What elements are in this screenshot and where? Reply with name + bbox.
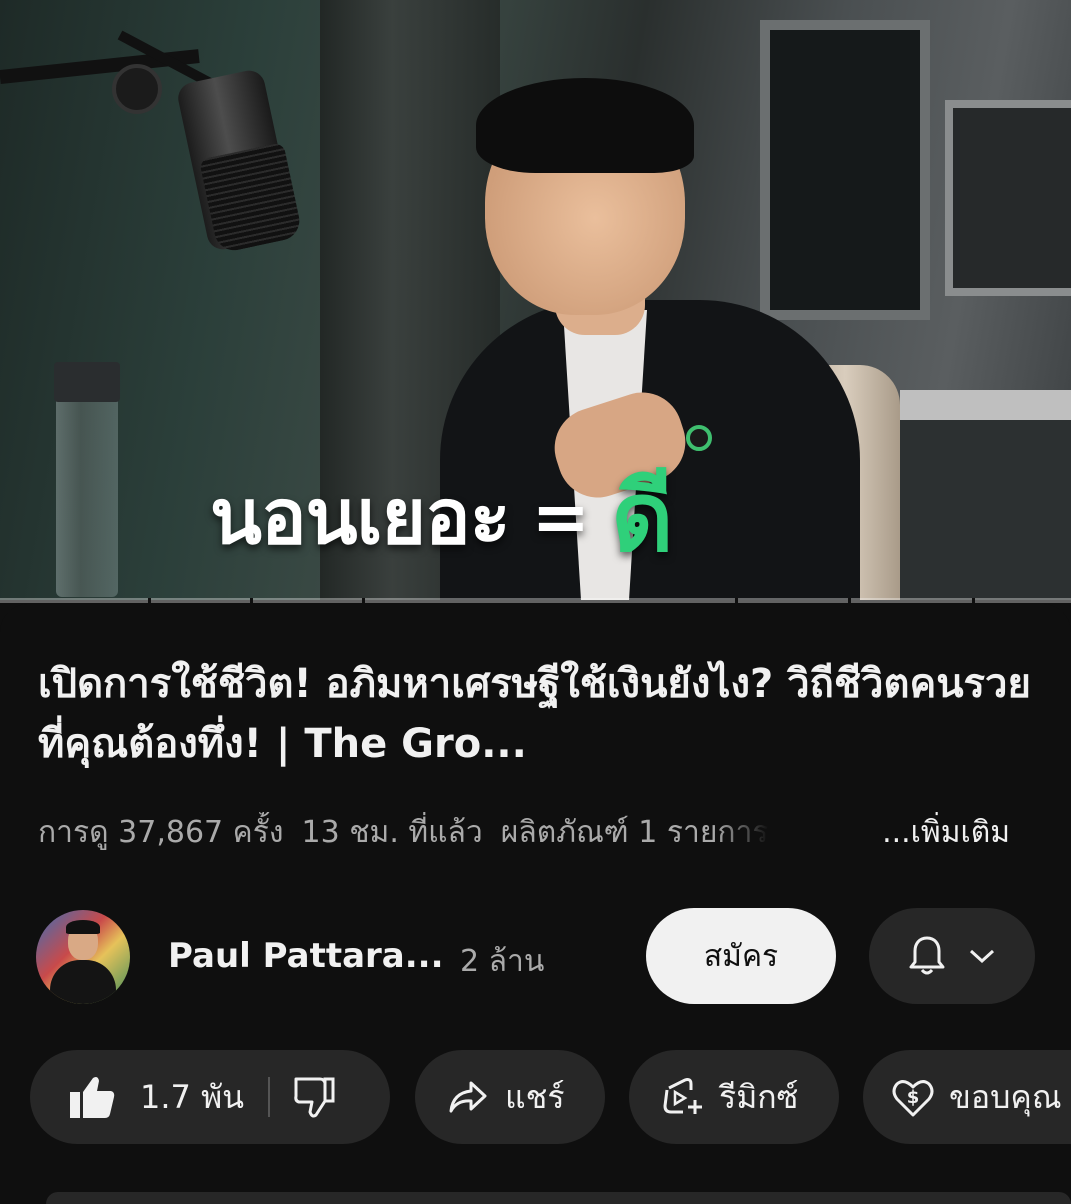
upload-age: 13 ชม. ที่แล้ว <box>301 814 483 850</box>
heart-dollar-icon: $ <box>892 1080 934 1117</box>
water-bottle-cap <box>54 362 120 402</box>
caption-text-right: ดี <box>611 461 673 573</box>
share-button[interactable]: แชร์ <box>415 1050 605 1144</box>
background-oven <box>945 100 1071 296</box>
products-count: ผลิตภัณฑ์ 1 รายการ <box>500 814 769 850</box>
caption-equals: = <box>531 476 591 558</box>
thumbs-up-icon <box>70 1077 115 1118</box>
bell-icon <box>909 936 945 975</box>
share-label: แชร์ <box>505 1077 565 1116</box>
thumbs-down-icon <box>294 1077 335 1118</box>
svg-text:$: $ <box>907 1087 920 1108</box>
video-player[interactable]: นอนเยอะ = ดี <box>0 0 1071 600</box>
like-dislike-divider <box>268 1077 271 1117</box>
view-count: การดู 37,867 ครั้ง <box>38 814 284 850</box>
microphone-grill <box>198 142 304 254</box>
progress-bar[interactable] <box>0 598 1071 603</box>
chapter-marker <box>972 598 975 603</box>
video-title[interactable]: เปิดการใช้ชีวิต! อภิมหาเศรษฐีใช้เงินยังไ… <box>38 654 1038 774</box>
thanks-label: ขอบคุณ <box>949 1077 1062 1116</box>
video-details-sheet: เปิดการใช้ชีวิต! อภิมหาเศรษฐีใช้เงินยังไ… <box>0 604 1071 1200</box>
background-counter <box>900 390 1071 420</box>
chevron-down-icon <box>969 949 995 964</box>
like-dislike-segment: 1.7 พัน <box>30 1050 390 1144</box>
background-counter-base <box>900 420 1071 600</box>
subscribe-button[interactable]: สมัคร <box>646 908 836 1004</box>
like-count: 1.7 พัน <box>140 1077 245 1116</box>
video-caption: นอนเยอะ = ดี <box>210 461 674 573</box>
thanks-button[interactable]: $ ขอบคุณ <box>863 1050 1071 1144</box>
remix-button[interactable]: รีมิกซ์ <box>629 1050 839 1144</box>
channel-row: Paul Pattara... 2 ล้าน สมัคร <box>36 906 1071 1004</box>
video-metadata[interactable]: การดู 37,867 ครั้ง 13 ชม. ที่แล้ว ผลิตภั… <box>38 812 1038 852</box>
avatar-hair <box>66 920 100 934</box>
mic-arm-joint <box>112 64 162 114</box>
more-link[interactable]: ...เพิ่มเติม <box>876 812 1010 852</box>
speaker-hair <box>476 78 694 173</box>
chapter-marker <box>848 598 851 603</box>
avatar-body <box>50 960 116 1004</box>
remix-icon <box>663 1078 702 1114</box>
like-button[interactable]: 1.7 พัน <box>30 1072 244 1123</box>
subscriber-count: 2 ล้าน <box>460 944 545 979</box>
channel-name[interactable]: Paul Pattara... <box>168 936 444 976</box>
share-icon <box>449 1081 487 1113</box>
caption-text-left: นอนเยอะ <box>210 472 511 561</box>
channel-avatar[interactable] <box>36 910 130 1004</box>
chapter-marker <box>148 598 151 603</box>
chapter-marker <box>362 598 365 603</box>
background-window <box>760 20 930 320</box>
remix-label: รีมิกซ์ <box>719 1077 799 1116</box>
notification-bell-button[interactable] <box>869 908 1035 1004</box>
chapter-marker <box>250 598 253 603</box>
lapel-pin <box>686 425 712 451</box>
action-buttons-row: 1.7 พัน แชร์ รีมิกซ์ $ ขอบคุณ <box>30 1050 1071 1146</box>
comments-preview-edge[interactable] <box>46 1192 1071 1204</box>
chapter-marker <box>735 598 738 603</box>
dislike-button[interactable] <box>292 1075 336 1119</box>
